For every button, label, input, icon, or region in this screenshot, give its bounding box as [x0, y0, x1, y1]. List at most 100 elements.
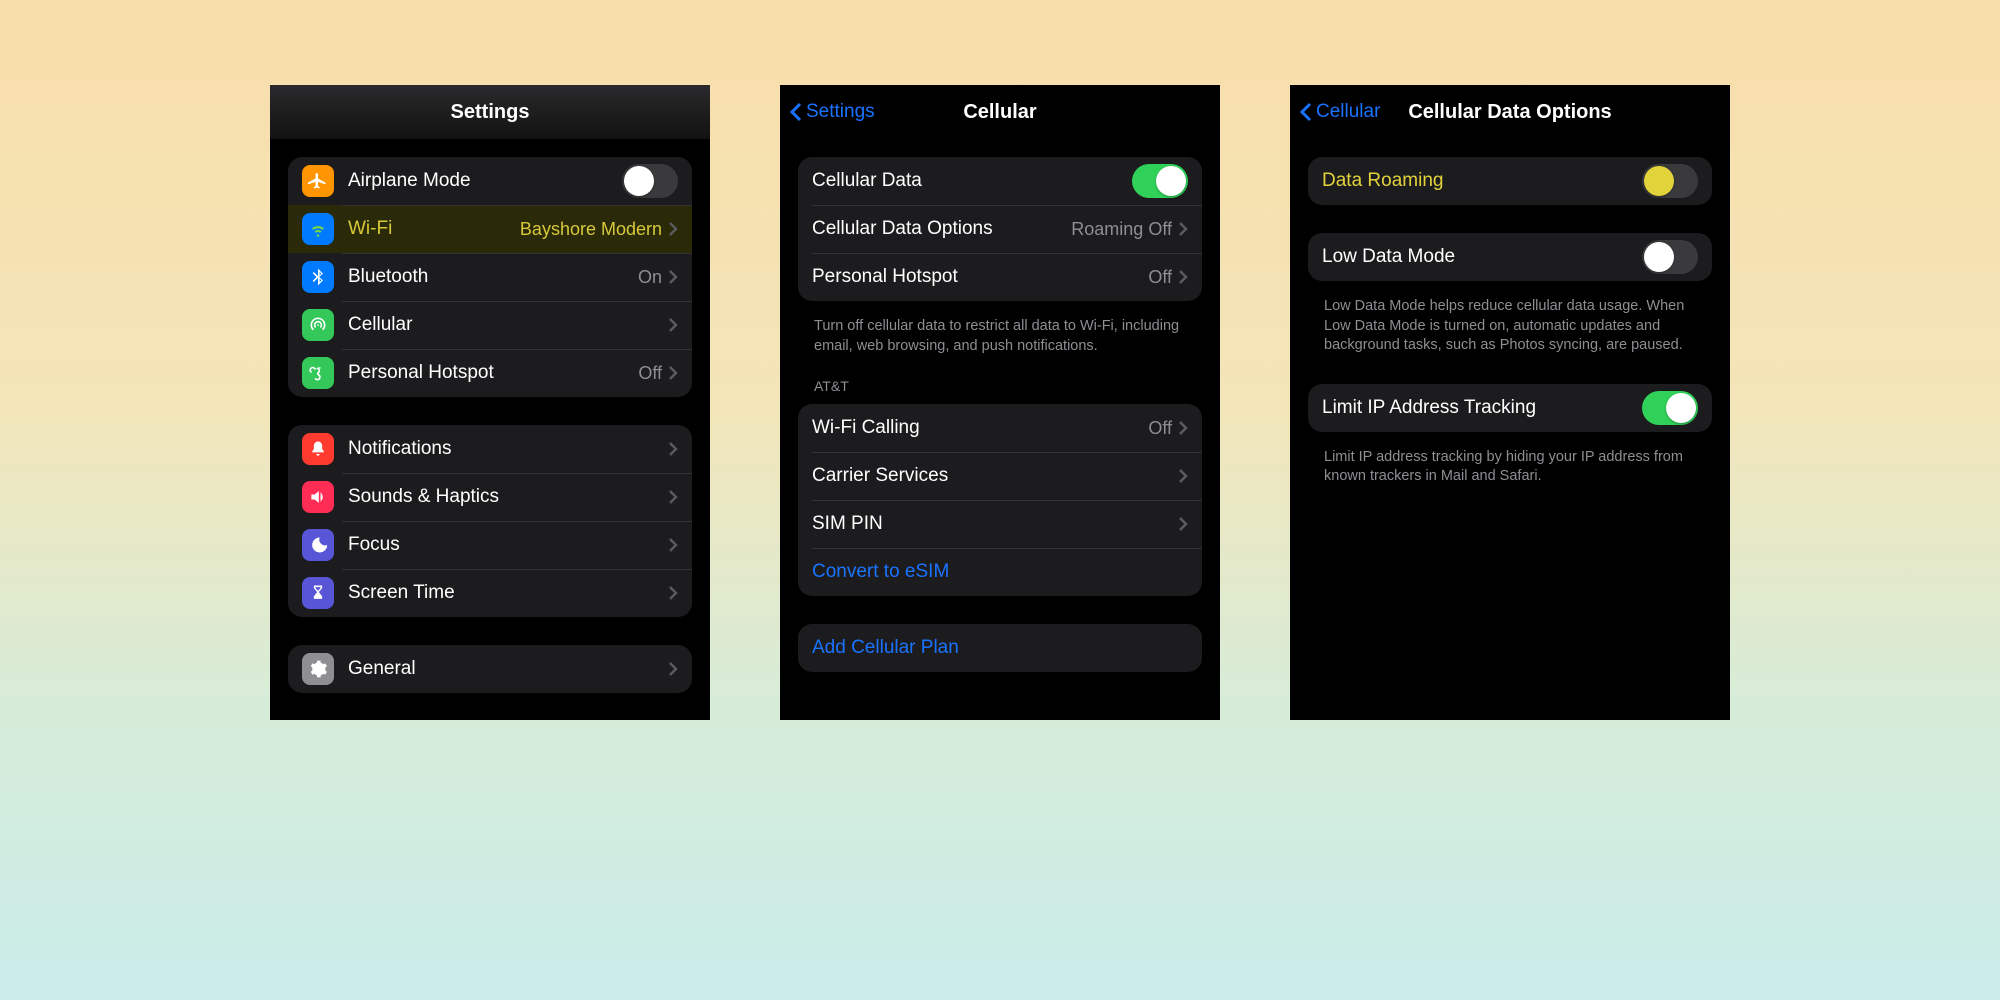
- data-roaming-row[interactable]: Data Roaming: [1308, 157, 1712, 205]
- wifi-label: Wi-Fi: [348, 218, 520, 240]
- wifi-calling-row[interactable]: Wi-Fi Calling Off: [798, 404, 1202, 452]
- screentime-row[interactable]: Screen Time: [288, 569, 692, 617]
- low-data-group: Low Data Mode: [1308, 233, 1712, 281]
- cellular-options-screen: Cellular Cellular Data Options Data Roam…: [1290, 85, 1730, 720]
- chevron-left-icon: [1298, 101, 1314, 123]
- navbar: Cellular Cellular Data Options: [1290, 85, 1730, 139]
- cellular-data-group: Cellular Data Cellular Data Options Roam…: [798, 157, 1202, 301]
- sounds-label: Sounds & Haptics: [348, 486, 668, 508]
- cellular-row[interactable]: Cellular: [288, 301, 692, 349]
- chevron-right-icon: [1178, 420, 1188, 436]
- cellular-data-label: Cellular Data: [812, 170, 1132, 192]
- focus-label: Focus: [348, 534, 668, 556]
- cellular-options-value: Roaming Off: [1071, 219, 1172, 240]
- chevron-right-icon: [668, 537, 678, 553]
- chevron-right-icon: [668, 585, 678, 601]
- limit-ip-row[interactable]: Limit IP Address Tracking: [1308, 384, 1712, 432]
- cellular-data-row[interactable]: Cellular Data: [798, 157, 1202, 205]
- chevron-right-icon: [668, 269, 678, 285]
- back-button[interactable]: Cellular: [1298, 85, 1380, 139]
- wifi-value: Bayshore Modern: [520, 219, 662, 240]
- data-roaming-label: Data Roaming: [1322, 170, 1642, 192]
- bluetooth-row[interactable]: Bluetooth On: [288, 253, 692, 301]
- cellular-data-toggle[interactable]: [1132, 164, 1188, 198]
- general-row[interactable]: General: [288, 645, 692, 693]
- hotspot-row[interactable]: Personal Hotspot Off: [288, 349, 692, 397]
- wifi-row[interactable]: Wi-Fi Bayshore Modern: [288, 205, 692, 253]
- connectivity-group: Airplane Mode Wi-Fi Bayshore Modern Blue…: [288, 157, 692, 397]
- hotspot-icon: [302, 357, 334, 389]
- limit-ip-label: Limit IP Address Tracking: [1322, 397, 1642, 419]
- general-group: General: [288, 645, 692, 693]
- speaker-icon: [302, 481, 334, 513]
- chevron-right-icon: [1178, 468, 1188, 484]
- chevron-right-icon: [668, 441, 678, 457]
- sounds-row[interactable]: Sounds & Haptics: [288, 473, 692, 521]
- limit-ip-group: Limit IP Address Tracking: [1308, 384, 1712, 432]
- cellular-label: Cellular: [348, 314, 668, 336]
- focus-row[interactable]: Focus: [288, 521, 692, 569]
- general-label: General: [348, 658, 668, 680]
- airplane-icon: [302, 165, 334, 197]
- chevron-right-icon: [668, 365, 678, 381]
- moon-icon: [302, 529, 334, 561]
- wifi-calling-label: Wi-Fi Calling: [812, 417, 1148, 439]
- data-roaming-toggle[interactable]: [1642, 164, 1698, 198]
- hourglass-icon: [302, 577, 334, 609]
- sim-pin-row[interactable]: SIM PIN: [798, 500, 1202, 548]
- add-plan-label: Add Cellular Plan: [812, 637, 1188, 659]
- airplane-toggle[interactable]: [622, 164, 678, 198]
- notifications-label: Notifications: [348, 438, 668, 460]
- airplane-mode-row[interactable]: Airplane Mode: [288, 157, 692, 205]
- cellular-icon: [302, 309, 334, 341]
- bluetooth-value: On: [638, 267, 662, 288]
- chevron-right-icon: [1178, 269, 1188, 285]
- wifi-icon: [302, 213, 334, 245]
- cellular-footer: Turn off cellular data to restrict all d…: [798, 309, 1202, 356]
- personal-hotspot-value: Off: [1148, 267, 1172, 288]
- screentime-label: Screen Time: [348, 582, 668, 604]
- cellular-options-row[interactable]: Cellular Data Options Roaming Off: [798, 205, 1202, 253]
- chevron-right-icon: [668, 661, 678, 677]
- chevron-left-icon: [788, 101, 804, 123]
- add-plan-row[interactable]: Add Cellular Plan: [798, 624, 1202, 672]
- page-title: Cellular Data Options: [1408, 101, 1611, 124]
- cellular-options-label: Cellular Data Options: [812, 218, 1071, 240]
- page-title: Settings: [451, 101, 530, 124]
- convert-esim-row[interactable]: Convert to eSIM: [798, 548, 1202, 596]
- hotspot-value: Off: [638, 363, 662, 384]
- notifications-group: Notifications Sounds & Haptics Focus: [288, 425, 692, 617]
- low-data-label: Low Data Mode: [1322, 246, 1642, 268]
- roaming-group: Data Roaming: [1308, 157, 1712, 205]
- navbar: Settings Cellular: [780, 85, 1220, 139]
- carrier-services-label: Carrier Services: [812, 465, 1178, 487]
- back-label: Cellular: [1316, 101, 1380, 123]
- personal-hotspot-row[interactable]: Personal Hotspot Off: [798, 253, 1202, 301]
- carrier-services-row[interactable]: Carrier Services: [798, 452, 1202, 500]
- notifications-row[interactable]: Notifications: [288, 425, 692, 473]
- back-label: Settings: [806, 101, 875, 123]
- chevron-right-icon: [1178, 221, 1188, 237]
- personal-hotspot-label: Personal Hotspot: [812, 266, 1148, 288]
- low-data-row[interactable]: Low Data Mode: [1308, 233, 1712, 281]
- limit-ip-footer: Limit IP address tracking by hiding your…: [1308, 440, 1712, 487]
- low-data-footer: Low Data Mode helps reduce cellular data…: [1308, 289, 1712, 356]
- gear-icon: [302, 653, 334, 685]
- wifi-calling-value: Off: [1148, 418, 1172, 439]
- chevron-right-icon: [668, 221, 678, 237]
- airplane-label: Airplane Mode: [348, 170, 622, 192]
- bluetooth-label: Bluetooth: [348, 266, 638, 288]
- chevron-right-icon: [668, 489, 678, 505]
- low-data-toggle[interactable]: [1642, 240, 1698, 274]
- add-plan-group: Add Cellular Plan: [798, 624, 1202, 672]
- carrier-header: AT&T: [798, 378, 1202, 400]
- carrier-group: Wi-Fi Calling Off Carrier Services SIM P…: [798, 404, 1202, 596]
- bell-icon: [302, 433, 334, 465]
- back-button[interactable]: Settings: [788, 85, 875, 139]
- sim-pin-label: SIM PIN: [812, 513, 1178, 535]
- settings-screen: Settings Airplane Mode Wi-Fi Bayshore Mo…: [270, 85, 710, 720]
- hotspot-label: Personal Hotspot: [348, 362, 638, 384]
- limit-ip-toggle[interactable]: [1642, 391, 1698, 425]
- bluetooth-icon: [302, 261, 334, 293]
- convert-esim-label: Convert to eSIM: [812, 561, 1188, 583]
